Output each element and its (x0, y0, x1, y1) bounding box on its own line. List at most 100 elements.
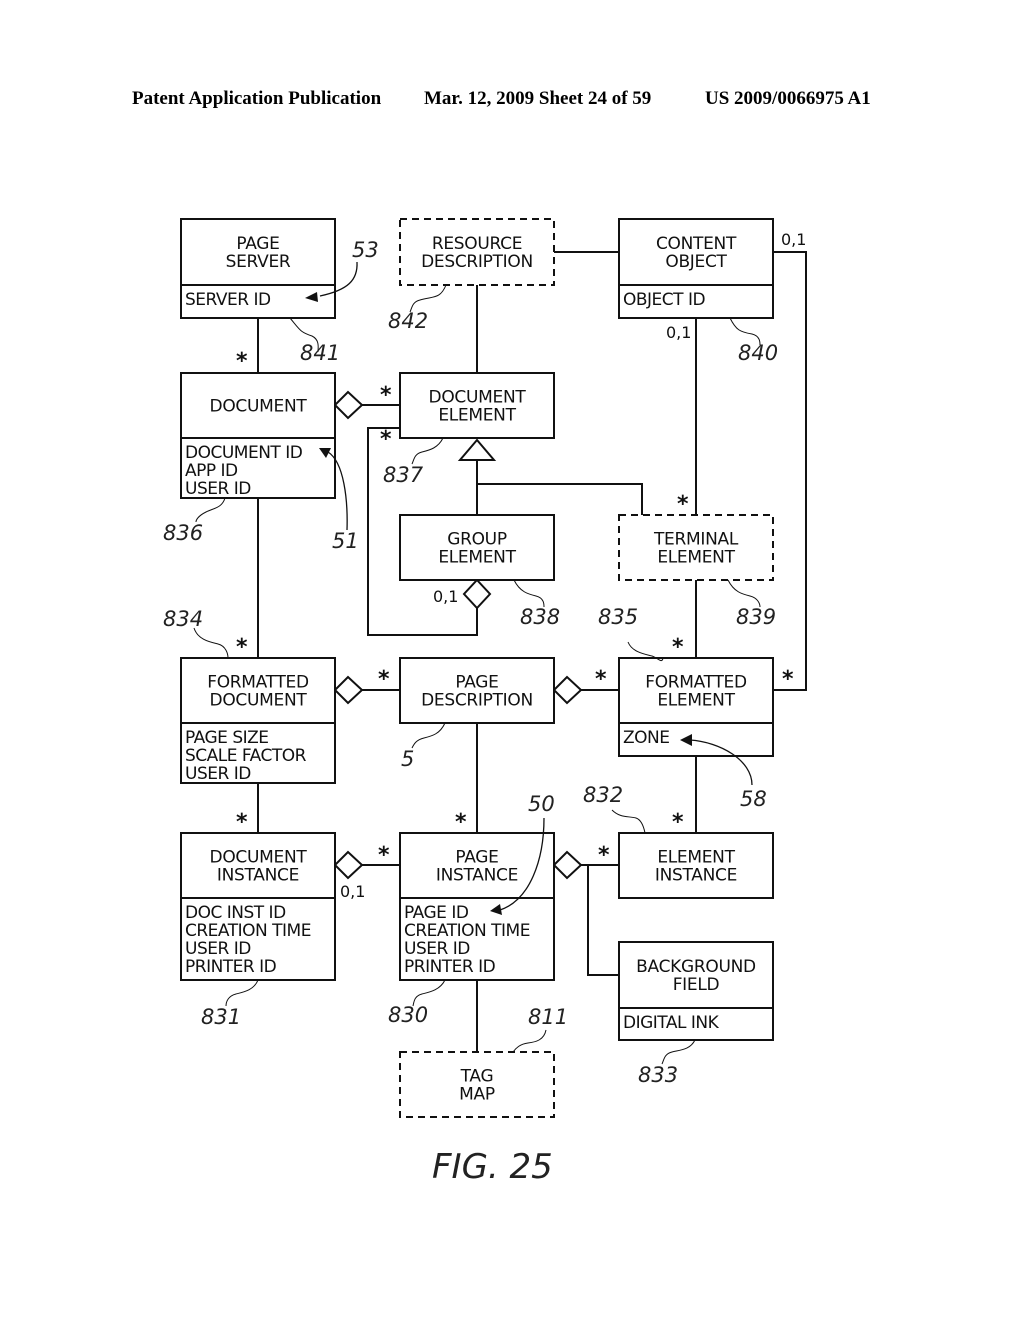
class-box-formatted-document: FORMATTEDDOCUMENT PAGE SIZESCALE FACTORUS… (180, 657, 336, 784)
terminal-element-title-line: ELEMENT (657, 548, 735, 568)
mult-docelement-from-group: * (380, 427, 392, 452)
mult-eleminstance-from-formattedelement: * (672, 810, 684, 835)
element-instance-title-line: INSTANCE (655, 866, 737, 886)
document-element-title-line: ELEMENT (438, 406, 516, 426)
class-box-group-element: GROUPELEMENT (399, 514, 555, 581)
aggregation-diamond-pagedesc (552, 675, 583, 705)
leader-837 (411, 437, 444, 465)
tag-map-title-line: MAP (459, 1085, 495, 1105)
ref-842: 842 (388, 309, 428, 333)
page-server-title-line: SERVER (226, 252, 291, 272)
background-field-title-line: FIELD (673, 975, 720, 995)
tag-map-title-line: TAG (460, 1067, 494, 1087)
document-attribute: USER ID (185, 479, 251, 499)
page-server-attribute: SERVER ID (185, 290, 271, 310)
class-box-page-instance: PAGEINSTANCE PAGE IDCREATION TIMEUSER IDP… (399, 832, 555, 981)
mult-formattedelement-from-content: * (782, 667, 794, 692)
background-field-attribute: DIGITAL INK (623, 1013, 720, 1033)
ref-838: 838 (520, 605, 560, 629)
ref-841: 841 (300, 341, 340, 365)
uml-class-diagram: PAGESERVERSERVER IDRESOURCEDESCRIPTIONCO… (163, 218, 807, 1187)
document-instance-attribute: PRINTER ID (185, 957, 277, 977)
aggregation-diamond-document (333, 390, 364, 420)
page-instance-title-line: INSTANCE (436, 866, 518, 886)
connector-pageinstance-background (587, 865, 619, 976)
class-box-page-server: PAGESERVER SERVER ID (180, 218, 336, 319)
mult-pagedesc-from-formatteddoc: * (378, 667, 390, 692)
content-object-title-line: OBJECT (665, 252, 727, 272)
leader-842 (409, 284, 447, 313)
group-element-title-line: ELEMENT (438, 548, 516, 568)
mult-group-zero-one: 0,1 (433, 587, 458, 606)
mult-docinstance-from-formatteddoc: * (236, 810, 248, 835)
leader-836 (195, 497, 226, 523)
mult-terminal-from-content: * (677, 492, 689, 517)
ref-833: 833 (638, 1063, 678, 1087)
ref-840: 840 (738, 341, 778, 365)
leader-839 (727, 579, 761, 608)
aggregation-diamond-group (462, 578, 492, 610)
class-box-terminal-element: TERMINALELEMENT (618, 514, 774, 581)
document-instance-attribute: DOC INST ID (185, 903, 286, 923)
page-instance-attribute: PRINTER ID (404, 957, 496, 977)
mult-content-zero-one-right: 0,1 (781, 230, 806, 249)
document-instance-attribute: CREATION TIME (185, 921, 311, 941)
class-box-resource-description: RESOURCEDESCRIPTION (399, 218, 555, 286)
ref-839: 839 (736, 605, 776, 629)
mult-formatteddoc-from-document: * (236, 635, 248, 660)
formatted-document-attribute: USER ID (185, 764, 251, 784)
class-box-background-field: BACKGROUNDFIELD DIGITAL INK (618, 941, 774, 1041)
figure-caption: FIG. 25 (432, 1147, 553, 1187)
document-instance-attribute: USER ID (185, 939, 251, 959)
page-server-title-line: PAGE (236, 234, 279, 254)
class-box-document-element: DOCUMENTELEMENT (399, 372, 555, 439)
formatted-document-title-line: DOCUMENT (210, 691, 308, 711)
ref-5: 5 (401, 747, 414, 771)
formatted-element-title-line: FORMATTED (645, 673, 747, 693)
class-box-document-instance: DOCUMENTINSTANCE DOC INST IDCREATION TIME… (180, 832, 336, 981)
ref-832: 832 (583, 783, 623, 807)
mult-content-zero-one-bottom: 0,1 (666, 323, 691, 342)
mult-docinstance-zero-one: 0,1 (340, 882, 365, 901)
document-title-line: DOCUMENT (210, 397, 308, 417)
aggregation-diamond-formatteddoc (333, 675, 364, 705)
class-box-page-description: PAGEDESCRIPTION (399, 657, 555, 724)
page-instance-attribute: PAGE ID (404, 903, 469, 923)
element-instance-title-line: ELEMENT (657, 848, 735, 868)
ref-837: 837 (383, 463, 424, 487)
content-object-title-line: CONTENT (656, 234, 737, 254)
page-description-title-line: PAGE (455, 673, 498, 693)
class-box-formatted-element: FORMATTEDELEMENT ZONE (618, 657, 774, 757)
page-instance-title-line: PAGE (455, 848, 498, 868)
leader-832 (611, 809, 646, 834)
ref-58: 58 (740, 787, 767, 811)
page-instance-attribute: CREATION TIME (404, 921, 530, 941)
page-description-title-line: DESCRIPTION (421, 691, 533, 711)
mult-docelement-from-document: * (380, 383, 392, 408)
leader-838 (513, 579, 545, 608)
formatted-element-title-line: ELEMENT (657, 691, 735, 711)
mult-pageinstance-from-docinstance: * (378, 843, 390, 868)
leader-834 (193, 627, 229, 659)
document-element-title-line: DOCUMENT (429, 388, 527, 408)
ref-830: 830 (388, 1003, 428, 1027)
ref-834: 834 (163, 607, 203, 631)
ref-831: 831 (201, 1005, 241, 1029)
class-box-element-instance: ELEMENTINSTANCE (618, 832, 774, 899)
formatted-document-title-line: FORMATTED (207, 673, 309, 693)
group-element-title-line: GROUP (447, 530, 507, 550)
leader-831 (225, 979, 259, 1007)
leader-5 (411, 722, 446, 749)
connector-generalization-terminal (477, 483, 643, 515)
background-field-title-line: BACKGROUND (636, 957, 756, 977)
mult-eleminstance-from-pageinstance: * (598, 843, 610, 868)
ref-811: 811 (528, 1005, 568, 1029)
mult-pageinstance-from-pagedesc: * (455, 810, 467, 835)
connector-content-formattedelement (773, 251, 807, 691)
terminal-element-title-line: TERMINAL (653, 530, 739, 550)
document-attribute: DOCUMENT ID (185, 443, 303, 463)
document-instance-title-line: INSTANCE (217, 866, 299, 886)
resource-description-title-line: DESCRIPTION (421, 252, 533, 272)
mult-formattedelement-from-terminal: * (672, 635, 684, 660)
aggregation-diamond-pageinstance (552, 850, 583, 880)
